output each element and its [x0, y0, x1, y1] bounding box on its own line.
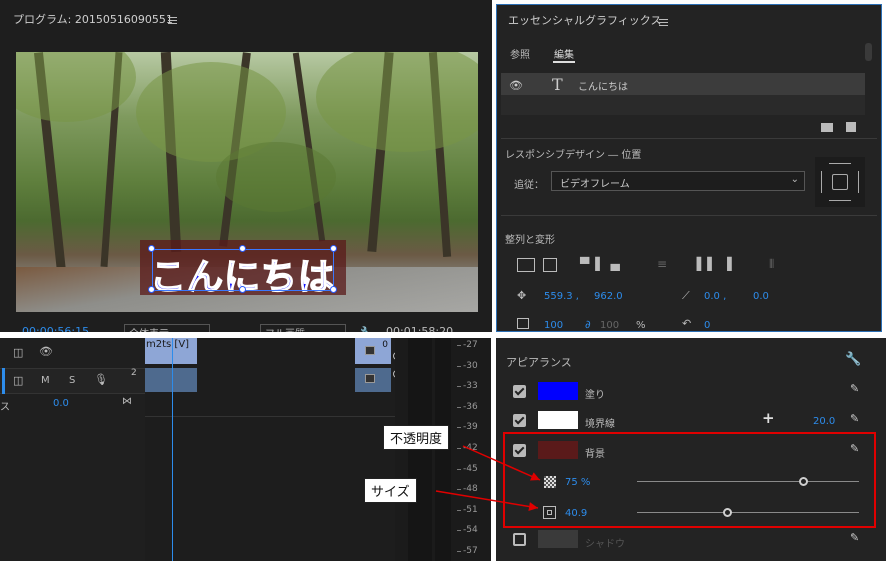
opacity-arrow [462, 445, 541, 481]
callout-arrows [435, 445, 541, 511]
size-arrow [435, 490, 539, 511]
